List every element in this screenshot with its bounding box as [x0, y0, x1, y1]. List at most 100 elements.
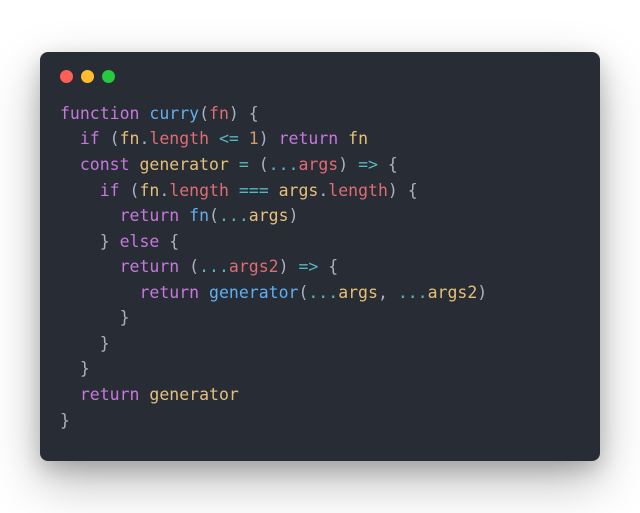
token-operator: = [239, 155, 249, 174]
close-icon[interactable] [60, 70, 73, 83]
token-ident: fn [140, 181, 160, 200]
code-line: if (fn.length === args.length) { [60, 178, 580, 204]
zoom-icon[interactable] [102, 70, 115, 83]
token-punct: ( [100, 129, 120, 148]
token-prop: length [149, 129, 209, 148]
token-operator: ... [219, 206, 249, 225]
code-block: function curry(fn) { if (fn.length <= 1)… [60, 101, 580, 433]
token-punct [229, 181, 239, 200]
token-ident: generator [139, 155, 228, 174]
token-ident: args [279, 181, 319, 200]
traffic-lights [60, 70, 580, 83]
token-punct: ) [477, 283, 487, 302]
token-punct: { [318, 257, 338, 276]
token-punct: { [378, 155, 398, 174]
token-punct: , [378, 283, 398, 302]
token-keyword: if [80, 129, 100, 148]
token-punct [60, 206, 120, 225]
token-punct [130, 155, 140, 174]
token-funcname: curry [149, 104, 199, 123]
code-line: const generator = (...args) => { [60, 152, 580, 178]
token-param: args [298, 155, 338, 174]
token-keyword: return [120, 206, 180, 225]
token-ident: args [249, 206, 289, 225]
token-punct: ( [209, 206, 219, 225]
token-operator: => [298, 257, 318, 276]
token-punct: ( [199, 104, 209, 123]
token-punct: { [159, 232, 179, 251]
token-punct: } [60, 232, 120, 251]
token-punct [239, 129, 249, 148]
token-punct [179, 206, 189, 225]
token-operator: ... [269, 155, 299, 174]
token-punct: ) [338, 155, 358, 174]
code-line: return (...args2) => { [60, 254, 580, 280]
token-operator: ... [398, 283, 428, 302]
token-punct: } [60, 359, 90, 378]
token-punct: . [140, 129, 150, 148]
token-operator: => [358, 155, 378, 174]
code-line: } [60, 305, 580, 331]
code-line: } [60, 331, 580, 357]
token-punct [60, 257, 120, 276]
token-operator: ... [199, 257, 229, 276]
token-ident: fn [120, 129, 140, 148]
code-line: } [60, 408, 580, 434]
token-keyword: function [60, 104, 139, 123]
token-punct: } [60, 308, 130, 327]
token-punct: ) [289, 206, 299, 225]
token-punct: ) [259, 129, 279, 148]
token-operator: <= [219, 129, 239, 148]
code-window: function curry(fn) { if (fn.length <= 1)… [40, 52, 600, 461]
token-punct [199, 283, 209, 302]
token-keyword: if [100, 181, 120, 200]
token-punct [209, 129, 219, 148]
token-ident: args [338, 283, 378, 302]
token-punct: . [159, 181, 169, 200]
token-funcname: generator [209, 283, 298, 302]
code-line: return fn(...args) [60, 203, 580, 229]
token-punct: } [60, 411, 70, 430]
token-punct: ( [249, 155, 269, 174]
token-punct [338, 129, 348, 148]
code-line: return generator [60, 382, 580, 408]
token-keyword: return [139, 283, 199, 302]
token-keyword: const [80, 155, 130, 174]
token-punct [139, 104, 149, 123]
token-punct [60, 129, 80, 148]
token-prop: length [169, 181, 229, 200]
token-punct: ) { [229, 104, 259, 123]
code-line: return generator(...args, ...args2) [60, 280, 580, 306]
token-number: 1 [249, 129, 259, 148]
token-punct: ( [298, 283, 308, 302]
token-keyword: return [279, 129, 339, 148]
token-param: fn [209, 104, 229, 123]
token-funcname: fn [189, 206, 209, 225]
token-punct: ) [279, 257, 299, 276]
token-punct [60, 385, 80, 404]
token-punct [60, 283, 139, 302]
token-keyword: else [120, 232, 160, 251]
token-punct [60, 181, 100, 200]
token-ident: args2 [428, 283, 478, 302]
token-ident: fn [348, 129, 368, 148]
token-operator: === [239, 181, 269, 200]
code-line: if (fn.length <= 1) return fn [60, 126, 580, 152]
token-param: args2 [229, 257, 279, 276]
token-punct [60, 155, 80, 174]
token-ident: generator [149, 385, 238, 404]
token-operator: ... [308, 283, 338, 302]
token-prop: length [328, 181, 388, 200]
token-punct: ) { [388, 181, 418, 200]
token-punct: . [318, 181, 328, 200]
token-punct: ( [179, 257, 199, 276]
minimize-icon[interactable] [81, 70, 94, 83]
code-line: function curry(fn) { [60, 101, 580, 127]
code-line: } [60, 356, 580, 382]
token-punct: } [60, 334, 110, 353]
token-punct [139, 385, 149, 404]
token-punct: ( [120, 181, 140, 200]
token-keyword: return [80, 385, 140, 404]
token-punct [229, 155, 239, 174]
token-keyword: return [120, 257, 180, 276]
